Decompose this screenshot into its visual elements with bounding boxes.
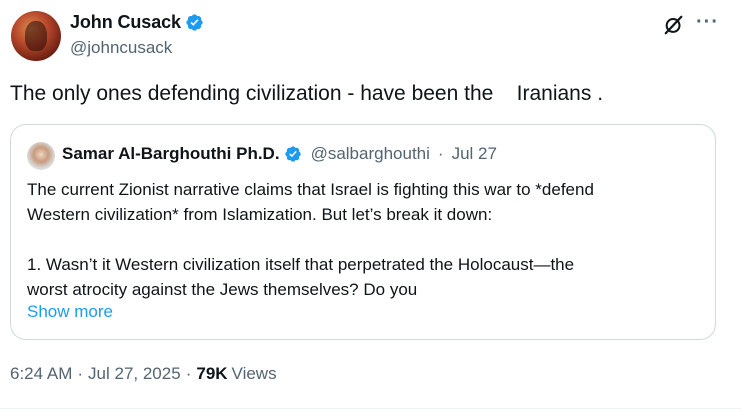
separator-dot: · (437, 144, 444, 163)
views-count: 79K (196, 364, 228, 383)
quoted-tweet-body: The current Zionist narrative claims tha… (27, 177, 707, 302)
divider (0, 408, 741, 409)
quoted-text-line: Western civilization* from Islamization.… (27, 205, 493, 224)
quoted-text-line: worst atrocity against the Jews themselv… (27, 280, 418, 299)
author-handle[interactable]: @johncusack (70, 38, 172, 58)
tweet-time[interactable]: 6:24 AM (10, 364, 72, 384)
quoted-author-name[interactable]: Samar Al-Barghouthi Ph.D. (62, 144, 280, 164)
show-more-link[interactable]: Show more (27, 302, 113, 322)
separator-dot: · (185, 364, 192, 383)
grok-icon[interactable] (663, 14, 685, 36)
verified-badge-icon (284, 146, 301, 162)
quoted-tweet-header: Samar Al-Barghouthi Ph.D. @salbarghouthi… (62, 144, 497, 164)
separator-dot: · (77, 364, 84, 383)
quoted-tweet-card[interactable]: Samar Al-Barghouthi Ph.D. @salbarghouthi… (10, 124, 716, 340)
verified-badge-icon (186, 14, 203, 31)
quoted-tweet-date[interactable]: Jul 27 (452, 144, 497, 164)
tweet-text: The only ones defending civilization - h… (10, 82, 604, 105)
quoted-author-handle[interactable]: @salbarghouthi (311, 144, 430, 164)
author-avatar[interactable] (11, 11, 61, 61)
quoted-author-avatar[interactable] (27, 142, 55, 170)
quoted-text-line: The current Zionist narrative claims tha… (27, 180, 594, 199)
quoted-text-line: 1. Wasn’t it Western civilization itself… (27, 255, 575, 274)
more-options-icon[interactable]: ··· (696, 12, 719, 32)
views-label: Views (231, 364, 277, 383)
author-display-name[interactable]: John Cusack (70, 12, 181, 33)
author-name-row[interactable]: John Cusack (70, 12, 204, 33)
tweet-date[interactable]: Jul 27, 2025 (88, 364, 181, 384)
tweet-meta: 6:24 AM · Jul 27, 2025 · 79K Views (10, 364, 277, 384)
